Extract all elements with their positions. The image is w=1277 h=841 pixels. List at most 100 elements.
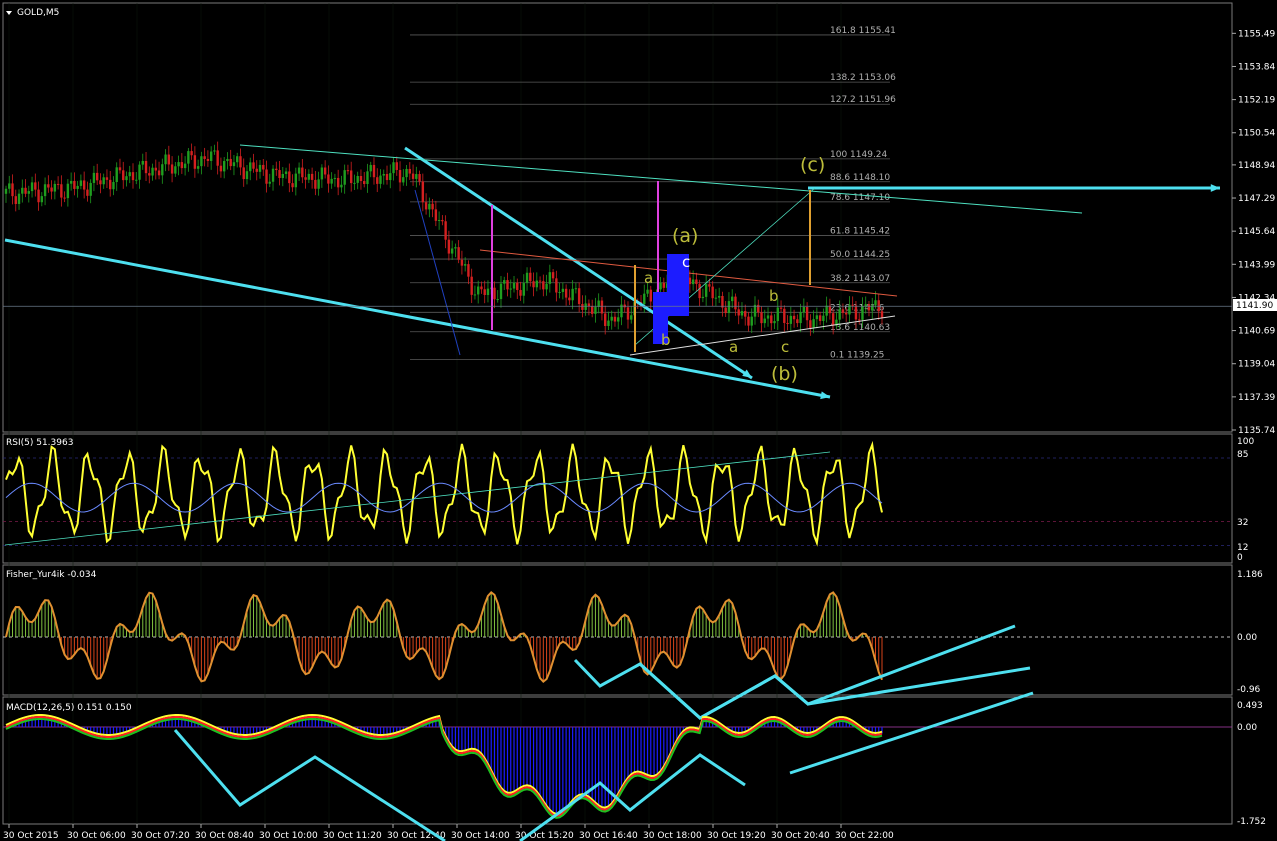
candle-body xyxy=(594,306,597,314)
candle-body xyxy=(519,290,522,296)
candle-body xyxy=(222,161,226,172)
wave-label-a2: a xyxy=(729,338,738,356)
candle-body xyxy=(307,173,311,180)
candle-body xyxy=(174,166,177,174)
candle-body xyxy=(73,180,76,189)
time-tick-label: 30 Oct 07:20 xyxy=(131,831,190,841)
candle-body xyxy=(499,283,503,300)
candle-body xyxy=(402,177,405,183)
candle-body xyxy=(659,282,662,290)
candle-body xyxy=(786,322,789,324)
rsi-level-0: 0 xyxy=(1237,553,1243,563)
candle-body xyxy=(431,203,434,210)
fib-level-label: 138.2 1153.06 xyxy=(830,73,896,83)
candle-body xyxy=(460,259,464,266)
price-tick-label: 1140.69 xyxy=(1238,327,1275,337)
candle-body xyxy=(411,173,415,179)
candle-body xyxy=(415,174,418,179)
candle-body xyxy=(398,170,402,183)
candle-body xyxy=(170,164,174,174)
candle-body xyxy=(141,160,144,165)
price-tick-label: 1150.54 xyxy=(1238,129,1275,139)
candle-body xyxy=(102,177,105,185)
dotted-projection-line[interactable] xyxy=(414,189,461,356)
candle-body xyxy=(421,181,425,203)
candle-body xyxy=(695,279,698,284)
time-tick-label: 30 Oct 19:20 xyxy=(707,831,766,841)
candle-body xyxy=(799,312,802,324)
candle-body xyxy=(392,162,395,174)
candle-body xyxy=(154,167,157,171)
candle-body xyxy=(304,177,307,180)
candle-body xyxy=(437,219,441,221)
dropdown-arrow-icon[interactable] xyxy=(6,11,12,15)
candle-body xyxy=(773,321,776,324)
candle-body xyxy=(740,311,744,316)
candle-body xyxy=(148,173,151,176)
candle-body xyxy=(349,170,353,184)
candle-body xyxy=(522,282,525,296)
candle-body xyxy=(164,154,167,165)
candle-body xyxy=(525,272,529,283)
chart-window[interactable]: 161.8 1155.41 138.2 1153.06 127.2 1151.96 1… xyxy=(0,0,1277,841)
trendline-drawings[interactable] xyxy=(4,144,1220,400)
price-tick-label: 1145.64 xyxy=(1238,227,1275,237)
candle-body xyxy=(467,264,470,277)
candle-body xyxy=(724,307,727,314)
candle-body xyxy=(187,151,190,164)
candle-body xyxy=(128,172,131,177)
candle-body xyxy=(828,305,832,314)
candle-body xyxy=(564,288,568,298)
candle-body xyxy=(213,150,216,152)
wave-label-big-a: (a) xyxy=(672,225,698,247)
candle-body xyxy=(727,301,731,314)
candle-body xyxy=(470,276,473,295)
candle-body xyxy=(603,313,607,326)
candle-body xyxy=(812,319,815,329)
candle-body xyxy=(122,170,125,181)
candle-body xyxy=(66,183,70,199)
chart-canvas[interactable]: 161.8 1155.41138.2 1153.06127.2 1151.961… xyxy=(0,0,1277,841)
candle-body xyxy=(577,288,581,305)
candle-body xyxy=(600,300,604,314)
candle-body xyxy=(486,288,490,296)
lower-trendline[interactable] xyxy=(4,238,831,399)
candle-body xyxy=(688,277,692,285)
candle-body xyxy=(548,272,552,284)
candle-body xyxy=(516,282,519,291)
candle-body xyxy=(568,297,571,301)
fib-level-label: 100 1149.24 xyxy=(830,150,888,160)
candle-body xyxy=(8,183,11,189)
candle-body xyxy=(193,155,197,169)
candle-body xyxy=(34,182,37,190)
candle-body xyxy=(95,172,99,181)
candle-body xyxy=(473,294,477,296)
candle-body xyxy=(109,179,112,190)
candle-body xyxy=(529,272,532,282)
candle-body xyxy=(476,286,480,295)
fib-level-label: 127.2 1151.96 xyxy=(830,95,896,105)
candle-body xyxy=(766,315,770,319)
price-tick-label: 1143.99 xyxy=(1238,260,1275,270)
candle-body xyxy=(76,185,79,189)
candle-body xyxy=(359,176,363,182)
candle-body xyxy=(717,295,721,298)
candle-body xyxy=(747,316,750,326)
candle-body xyxy=(574,288,578,290)
candle-body xyxy=(216,150,219,166)
candle-body xyxy=(252,162,255,169)
candle-body xyxy=(731,296,734,302)
candle-body xyxy=(646,289,649,294)
candle-body xyxy=(649,289,652,302)
candle-body xyxy=(509,288,512,290)
candle-body xyxy=(336,177,340,188)
candle-body xyxy=(551,272,555,279)
candle-body xyxy=(323,167,327,175)
time-tick-label: 30 Oct 10:00 xyxy=(259,831,318,841)
candle-body xyxy=(86,189,89,196)
arrow-head-target xyxy=(1210,184,1220,192)
macd-zigzag-arrow xyxy=(789,691,1034,775)
candle-body xyxy=(271,168,275,182)
candle-body xyxy=(512,282,516,289)
candle-body xyxy=(750,316,753,326)
